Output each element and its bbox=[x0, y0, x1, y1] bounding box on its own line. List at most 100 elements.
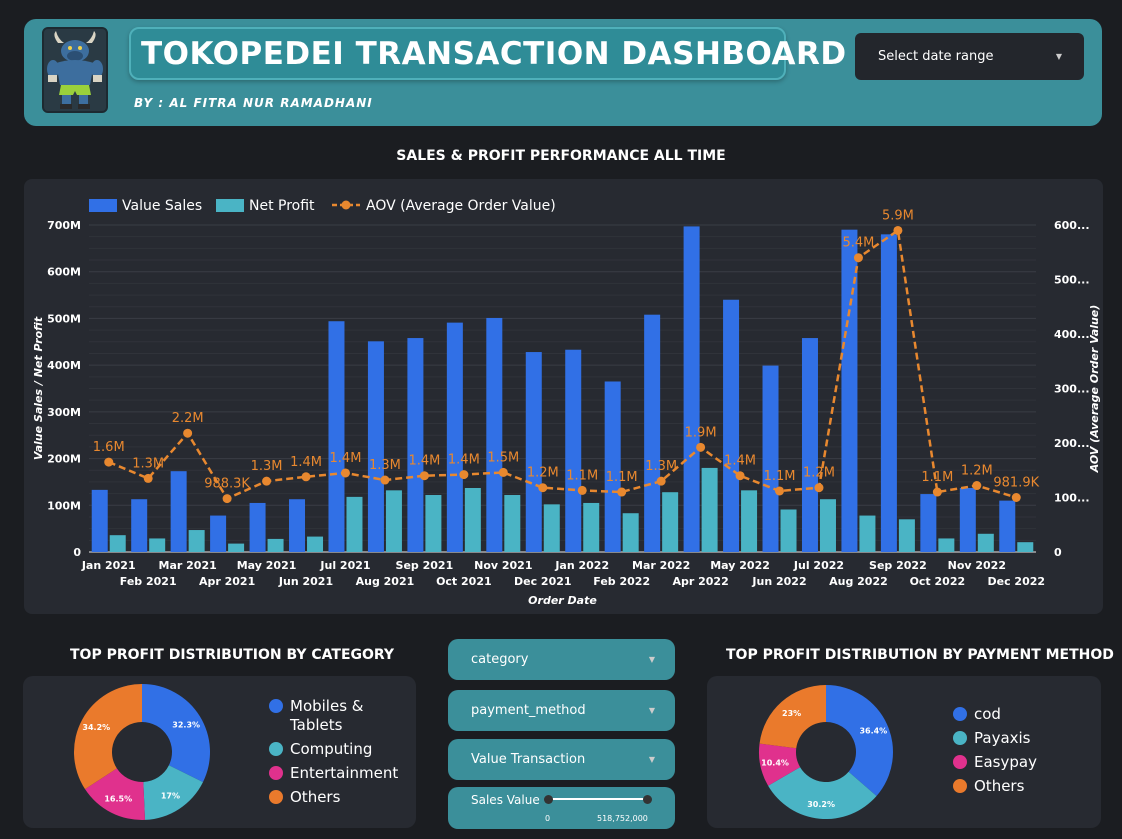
donut-value-label: 36.4% bbox=[859, 726, 887, 735]
donut-hole bbox=[796, 722, 856, 782]
author-byline: BY : AL FITRA NUR RAMADHANI bbox=[134, 96, 373, 110]
slider-track[interactable] bbox=[548, 798, 648, 800]
sales-profit-chart: 0 100M 200M 300M 400M 500M 600M 700M 0 100... 200.… bbox=[32, 198, 1101, 607]
legend-dot bbox=[269, 742, 283, 756]
main-chart-title: SALES & PROFIT PERFORMANCE ALL TIME bbox=[396, 148, 726, 164]
aov-point bbox=[301, 472, 311, 482]
payment-method-filter[interactable]: payment_method ▼ bbox=[448, 690, 675, 731]
profit-bar bbox=[583, 502, 600, 552]
sales-bar bbox=[565, 349, 582, 552]
category-donut-chart: 32.3% 17% 16.5% 34.2% bbox=[74, 684, 210, 820]
sales-bar bbox=[999, 500, 1016, 552]
aov-point bbox=[617, 487, 627, 497]
profit-bar bbox=[307, 536, 324, 552]
profit-bar bbox=[1017, 542, 1034, 552]
x-tick-label: Jan 2022 bbox=[554, 559, 609, 572]
aov-point bbox=[656, 476, 666, 486]
legend-item[interactable]: Others bbox=[953, 777, 1073, 796]
sales-bar bbox=[367, 341, 384, 552]
y-tick-label: 600M bbox=[47, 266, 81, 279]
legend-item[interactable]: cod bbox=[953, 705, 1073, 724]
sales-bar bbox=[91, 489, 108, 552]
aov-data-label: 2.2M bbox=[172, 411, 204, 426]
value-transaction-filter[interactable]: Value Transaction ▼ bbox=[448, 739, 675, 780]
profit-bar bbox=[701, 467, 718, 552]
payment-chart-title: TOP PROFIT DISTRIBUTION BY PAYMENT METHO… bbox=[726, 647, 1114, 663]
legend-label: Easypay bbox=[974, 753, 1037, 771]
legend-dot bbox=[953, 731, 967, 745]
legend-item[interactable]: Entertainment bbox=[269, 764, 409, 783]
y-tick-label: 200M bbox=[47, 453, 81, 466]
legend-swatch-profit bbox=[216, 199, 244, 212]
legend-label: Payaxis bbox=[974, 729, 1031, 747]
payment-method-filter-label: payment_method bbox=[471, 703, 586, 718]
aov-point bbox=[419, 471, 429, 481]
aov-point bbox=[104, 457, 114, 467]
sales-bar bbox=[525, 352, 542, 552]
category-filter[interactable]: category ▼ bbox=[448, 639, 675, 680]
y2-tick-label: 600... bbox=[1054, 219, 1090, 232]
profit-bar bbox=[346, 496, 363, 552]
x-tick-label: May 2021 bbox=[237, 559, 297, 572]
profit-bar bbox=[543, 504, 560, 552]
slider-min-value: 0 bbox=[545, 814, 551, 823]
sales-bar bbox=[604, 381, 621, 552]
sales-bar bbox=[644, 314, 661, 552]
sales-bar bbox=[210, 515, 227, 552]
aov-data-label: 1.5M bbox=[487, 450, 519, 465]
y2-tick-label: 0 bbox=[1054, 546, 1062, 559]
donut-value-label: 23% bbox=[782, 709, 801, 718]
slider-min-handle[interactable] bbox=[544, 795, 553, 804]
donut-hole bbox=[112, 722, 172, 782]
aov-point bbox=[459, 470, 469, 480]
profit-bar bbox=[267, 538, 284, 552]
x-tick-label: Jun 2021 bbox=[278, 575, 333, 588]
x-tick-label: Oct 2022 bbox=[910, 575, 966, 588]
legend-item[interactable]: Mobiles & Tablets bbox=[269, 697, 409, 735]
legend-item[interactable]: Computing bbox=[269, 740, 409, 759]
x-tick-label: Aug 2022 bbox=[829, 575, 888, 588]
legend-item[interactable]: Others bbox=[269, 788, 409, 807]
category-chart-title: TOP PROFIT DISTRIBUTION BY CATEGORY bbox=[70, 647, 395, 663]
aov-data-label: 1.3M bbox=[251, 459, 283, 474]
profit-bar bbox=[385, 490, 402, 552]
legend-dot bbox=[953, 755, 967, 769]
y-tick-label: 400M bbox=[47, 359, 81, 372]
sales-bar bbox=[959, 488, 976, 552]
y-tick-label: 500M bbox=[47, 312, 81, 325]
aov-point bbox=[972, 481, 982, 491]
sales-bar bbox=[446, 322, 463, 552]
profit-bar bbox=[819, 499, 836, 552]
legend-swatch-aov-point bbox=[341, 200, 351, 210]
legend-label: Others bbox=[290, 788, 341, 806]
legend-label: Others bbox=[974, 777, 1025, 795]
aov-data-label: 1.3M bbox=[645, 459, 677, 474]
aov-data-label: 1.2M bbox=[961, 464, 993, 479]
aov-point bbox=[775, 486, 785, 496]
date-range-select[interactable]: Select date range ▼ bbox=[855, 33, 1084, 80]
legend-dot bbox=[953, 779, 967, 793]
legend-item[interactable]: Payaxis bbox=[953, 729, 1073, 748]
aov-data-label: 1.6M bbox=[93, 440, 125, 455]
y-axis-title: Value Sales / Net Profit bbox=[32, 316, 45, 460]
x-tick-label: Jul 2022 bbox=[793, 559, 844, 572]
legend-label-aov: AOV (Average Order Value) bbox=[366, 198, 556, 214]
legend-dot bbox=[269, 766, 283, 780]
x-tick-label: Mar 2021 bbox=[159, 559, 217, 572]
aov-data-label: 1.2M bbox=[527, 466, 559, 481]
x-tick-label: May 2022 bbox=[710, 559, 770, 572]
legend-item[interactable]: Easypay bbox=[953, 753, 1073, 772]
profit-bar bbox=[977, 533, 994, 552]
aov-data-label: 1.2M bbox=[803, 466, 835, 481]
legend-label: Entertainment bbox=[290, 764, 399, 782]
x-tick-label: Jan 2021 bbox=[81, 559, 136, 572]
profit-bar bbox=[109, 535, 126, 552]
aov-point bbox=[696, 442, 706, 452]
aov-data-label: 1.1M bbox=[606, 470, 638, 485]
payment-legend: cod Payaxis Easypay Others bbox=[953, 705, 1073, 796]
slider-max-handle[interactable] bbox=[643, 795, 652, 804]
aov-point bbox=[893, 225, 903, 235]
x-tick-label: Feb 2021 bbox=[120, 575, 177, 588]
y-tick-label: 700M bbox=[47, 219, 81, 232]
aov-point bbox=[538, 483, 548, 493]
